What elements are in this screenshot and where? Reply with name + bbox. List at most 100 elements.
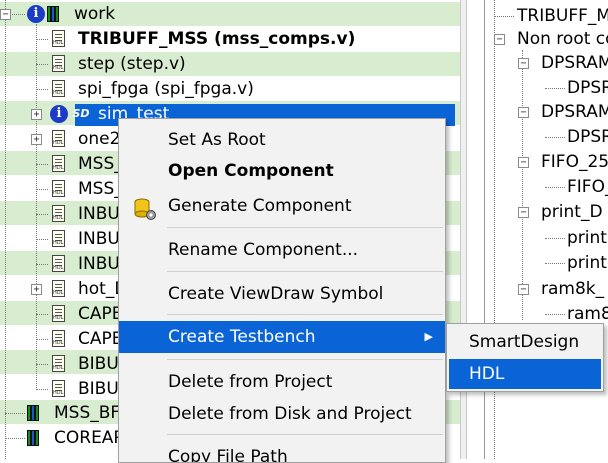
right-tree-item[interactable]: print — [567, 251, 607, 275]
tree-row-bg — [0, 52, 460, 76]
tree-line — [36, 389, 48, 390]
hdl-file-icon: HDL — [52, 80, 65, 97]
right-tree-item[interactable]: DPSR — [567, 76, 608, 100]
menu-item-label: Copy File Path — [168, 447, 288, 463]
tree-line — [545, 263, 565, 264]
menu-item-label: Generate Component — [168, 196, 352, 216]
hdl-file-icon: HDL — [52, 155, 65, 172]
tree-line — [545, 137, 565, 138]
menu-item-open-component[interactable]: Open Component — [119, 156, 445, 186]
menu-item-label: Rename Component... — [168, 240, 359, 260]
collapse-toggle[interactable]: − — [518, 58, 529, 69]
submenu-item-label: SmartDesign — [469, 332, 580, 352]
right-tree-item[interactable]: DPSRAM — [541, 100, 608, 124]
expand-toggle[interactable]: + — [31, 134, 42, 145]
context-menu: Set As Root Open Component Generate Comp… — [118, 118, 446, 463]
tree-line — [5, 413, 25, 414]
submenu-item-label: HDL — [469, 364, 505, 384]
hdl-file-icon: HDL — [52, 305, 65, 322]
tree-line — [36, 239, 48, 240]
hdl-file-icon: HDL — [52, 180, 65, 197]
hdl-file-icon: HDL — [52, 230, 65, 247]
menu-item-label: Delete from Project — [168, 372, 333, 392]
collapse-work-toggle[interactable]: − — [0, 9, 11, 20]
right-tree-item[interactable]: TRIBUFF_MSS — [517, 4, 608, 28]
hdl-file-icon: HDL — [52, 205, 65, 222]
tree-item-mss-bfi[interactable]: MSS_BFI — [54, 401, 125, 425]
tree-item-step[interactable]: step (step.v) — [78, 52, 186, 76]
right-tree-item[interactable]: ram8k_ — [541, 277, 604, 301]
tree-line — [545, 238, 565, 239]
menu-item-copy-file-path[interactable]: Copy File Path — [119, 442, 445, 463]
tree-item-work[interactable]: work — [74, 2, 115, 26]
menu-separator — [167, 314, 443, 315]
hdl-file-icon: HDL — [52, 55, 65, 72]
collapse-toggle[interactable]: − — [518, 107, 529, 118]
submenu-item-smartdesign[interactable]: SmartDesign — [449, 327, 601, 357]
menu-separator — [167, 271, 443, 272]
menu-item-delete-from-project[interactable]: Delete from Project — [119, 367, 445, 397]
library-books-icon — [47, 6, 63, 22]
menu-item-delete-from-disk-and-project[interactable]: Delete from Disk and Project — [119, 399, 445, 429]
info-icon: i — [50, 105, 68, 123]
tree-line — [545, 314, 565, 315]
menu-separator — [167, 359, 443, 360]
tree-line — [494, 16, 514, 17]
tree-line — [36, 164, 48, 165]
expand-sim-test-toggle[interactable]: + — [31, 109, 42, 120]
submenu-arrow-icon: ▶ — [424, 330, 433, 343]
tree-line — [36, 214, 48, 215]
tree-line — [36, 364, 48, 365]
collapse-toggle[interactable]: − — [518, 284, 529, 295]
tree-line — [545, 88, 565, 89]
tree-line — [36, 189, 48, 190]
right-tree-item[interactable]: print — [567, 226, 607, 250]
menu-separator — [167, 434, 443, 435]
tree-row-bg — [0, 2, 460, 26]
right-tree-item[interactable]: DPSR — [567, 125, 608, 149]
tree-line — [36, 314, 48, 315]
right-tree-item[interactable]: FIFO_ — [567, 175, 608, 199]
menu-item-label: Delete from Disk and Project — [168, 404, 412, 424]
tree-item-mss-2[interactable]: MSS_ — [78, 177, 123, 201]
tree-line — [5, 0, 6, 459]
tree-item-tribuff-mss[interactable]: TRIBUFF_MSS (mss_comps.v) — [78, 27, 355, 51]
right-tree-item[interactable]: print_D — [541, 200, 603, 224]
menu-item-rename-component[interactable]: Rename Component... — [119, 235, 445, 265]
menu-separator — [167, 227, 443, 228]
menu-item-generate-component[interactable]: Generate Component — [119, 191, 445, 221]
menu-item-label: Open Component — [168, 161, 334, 181]
generate-component-icon — [134, 198, 156, 220]
tree-item-coreap[interactable]: COREAP — [54, 426, 124, 450]
menu-item-label: Create Testbench — [168, 327, 316, 347]
expand-toggle[interactable]: + — [31, 284, 42, 295]
collapse-toggle[interactable]: − — [494, 34, 505, 45]
collapse-toggle[interactable]: − — [518, 157, 529, 168]
menu-item-set-as-root[interactable]: Set As Root — [119, 125, 445, 155]
tree-item-spi-fpga[interactable]: spi_fpga (spi_fpga.v) — [78, 77, 254, 101]
menu-item-create-testbench[interactable]: Create Testbench ▶ — [119, 321, 445, 353]
tree-line — [36, 39, 48, 40]
tree-line — [36, 89, 48, 90]
hdl-file-icon: HDL — [52, 280, 65, 297]
tree-line — [545, 187, 565, 188]
right-tree-item[interactable]: Non root co — [517, 27, 608, 51]
hdl-file-icon: HDL — [52, 30, 65, 47]
menu-item-create-viewdraw-symbol[interactable]: Create ViewDraw Symbol — [119, 279, 445, 309]
library-books-icon — [27, 405, 43, 421]
tree-item-mss-1[interactable]: MSS_ — [78, 152, 123, 176]
tree-item-capb-2[interactable]: CAPB — [78, 327, 123, 351]
hdl-file-icon: HDL — [52, 380, 65, 397]
hdl-file-icon: HDL — [52, 130, 65, 147]
library-books-icon — [27, 430, 43, 446]
collapse-toggle[interactable]: − — [518, 207, 529, 218]
submenu-item-hdl[interactable]: HDL — [449, 359, 601, 389]
tree-line — [36, 339, 48, 340]
right-tree-item[interactable]: FIFO_25 — [541, 150, 608, 174]
hdl-file-icon: HDL — [52, 330, 65, 347]
right-tree-item[interactable]: DPSRAM — [541, 51, 608, 75]
hdl-file-icon: HDL — [52, 355, 65, 372]
tree-item-capb-1[interactable]: CAPB — [78, 302, 123, 326]
tree-line — [36, 24, 37, 390]
hdl-file-icon: HDL — [52, 255, 65, 272]
